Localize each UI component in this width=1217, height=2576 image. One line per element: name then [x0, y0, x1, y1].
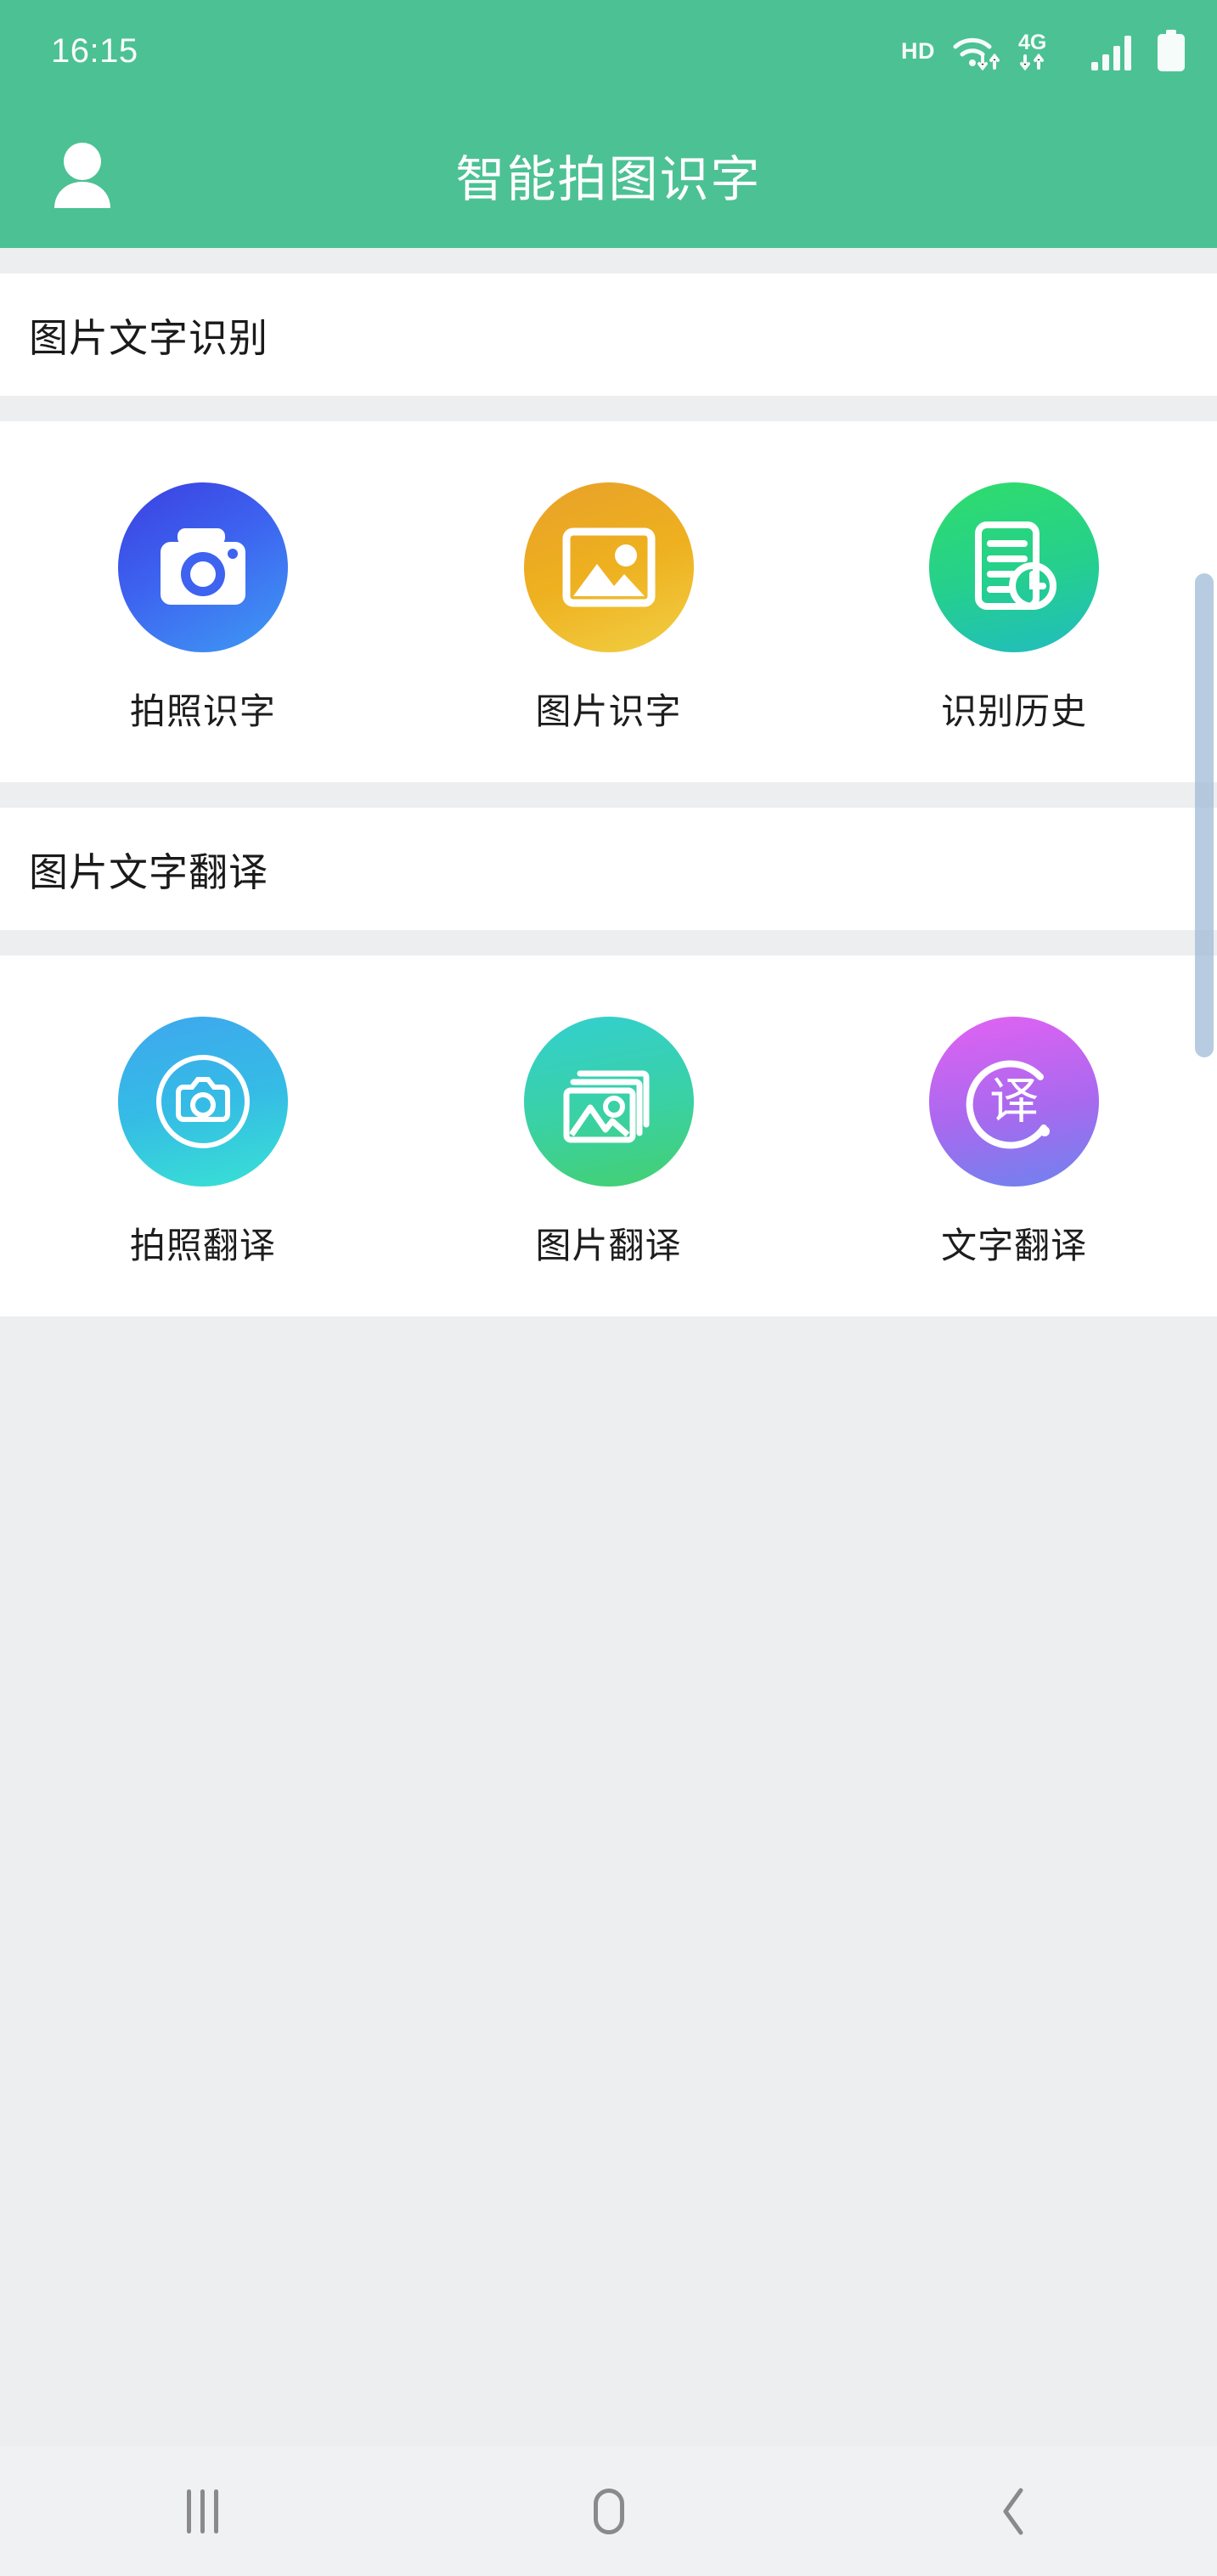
grid-item-text-translate[interactable]: 译 文字翻译: [811, 1017, 1217, 1269]
back-icon[interactable]: [811, 2446, 1217, 2576]
document-clock-icon: [929, 482, 1100, 652]
section-header-translation: 图片文字翻译: [0, 808, 1217, 930]
section-header-recognition: 图片文字识别: [0, 273, 1217, 396]
wifi-icon: [952, 31, 1001, 71]
battery-icon: [1156, 30, 1186, 72]
grid-item-label: 图片识字: [535, 691, 682, 731]
grid-item-label: 拍照识字: [129, 691, 276, 731]
grid-item-label: 文字翻译: [941, 1226, 1088, 1265]
divider-band-2: [0, 396, 1217, 421]
grid-item-photo-recognize[interactable]: 拍照识字: [0, 482, 406, 735]
page-title: 智能拍图识字: [455, 152, 762, 207]
empty-content-area: [0, 1316, 1217, 2446]
divider-band-4: [0, 930, 1217, 955]
divider-band-1: [0, 248, 1217, 273]
grid-panel-recognition: 拍照识字 图片识字 识别历史: [0, 421, 1217, 782]
recents-icon[interactable]: [0, 2446, 406, 2576]
status-icons: HD 4G: [901, 30, 1186, 72]
phone-screen: 16:15 HD 4G 智能拍图识字 图片文字识别 拍照识字 图片识字 识别历史…: [0, 0, 1217, 2576]
translate-glyph: 译: [989, 1074, 1039, 1129]
home-icon[interactable]: [406, 2446, 812, 2576]
grid-item-label: 拍照翻译: [129, 1226, 276, 1265]
signal-bars-icon: [1091, 31, 1139, 70]
network-label: 4G: [1018, 31, 1046, 54]
grid-row: 拍照识字 图片识字 识别历史: [0, 482, 1217, 735]
status-bar: 16:15 HD 4G: [0, 0, 1217, 102]
grid-item-photo-translate[interactable]: 拍照翻译: [0, 1017, 406, 1269]
photo-stack-icon: [523, 1017, 694, 1187]
network-4g-icon: 4G: [1018, 31, 1074, 71]
section-title: 图片文字识别: [29, 316, 268, 360]
hd-icon: HD: [901, 37, 935, 64]
camera-icon: [117, 482, 288, 652]
grid-panel-translation: 拍照翻译 图片翻译 译 文字翻译: [0, 955, 1217, 1316]
translate-icon: 译: [929, 1017, 1100, 1187]
picture-icon: [523, 482, 694, 652]
status-clock: 16:15: [51, 31, 138, 70]
section-title: 图片文字翻译: [29, 850, 268, 894]
system-nav-bar: [0, 2446, 1217, 2576]
app-bar: 智能拍图识字: [0, 102, 1217, 248]
user-avatar-icon[interactable]: [44, 137, 121, 213]
camera-outline-icon: [117, 1017, 288, 1187]
grid-item-image-recognize[interactable]: 图片识字: [406, 482, 812, 735]
divider-band-3: [0, 782, 1217, 808]
grid-row: 拍照翻译 图片翻译 译 文字翻译: [0, 1017, 1217, 1269]
vertical-scrollbar[interactable]: [1195, 573, 1214, 1057]
grid-item-history[interactable]: 识别历史: [811, 482, 1217, 735]
grid-item-image-translate[interactable]: 图片翻译: [406, 1017, 812, 1269]
grid-item-label: 图片翻译: [535, 1226, 682, 1265]
grid-item-label: 识别历史: [941, 691, 1088, 731]
